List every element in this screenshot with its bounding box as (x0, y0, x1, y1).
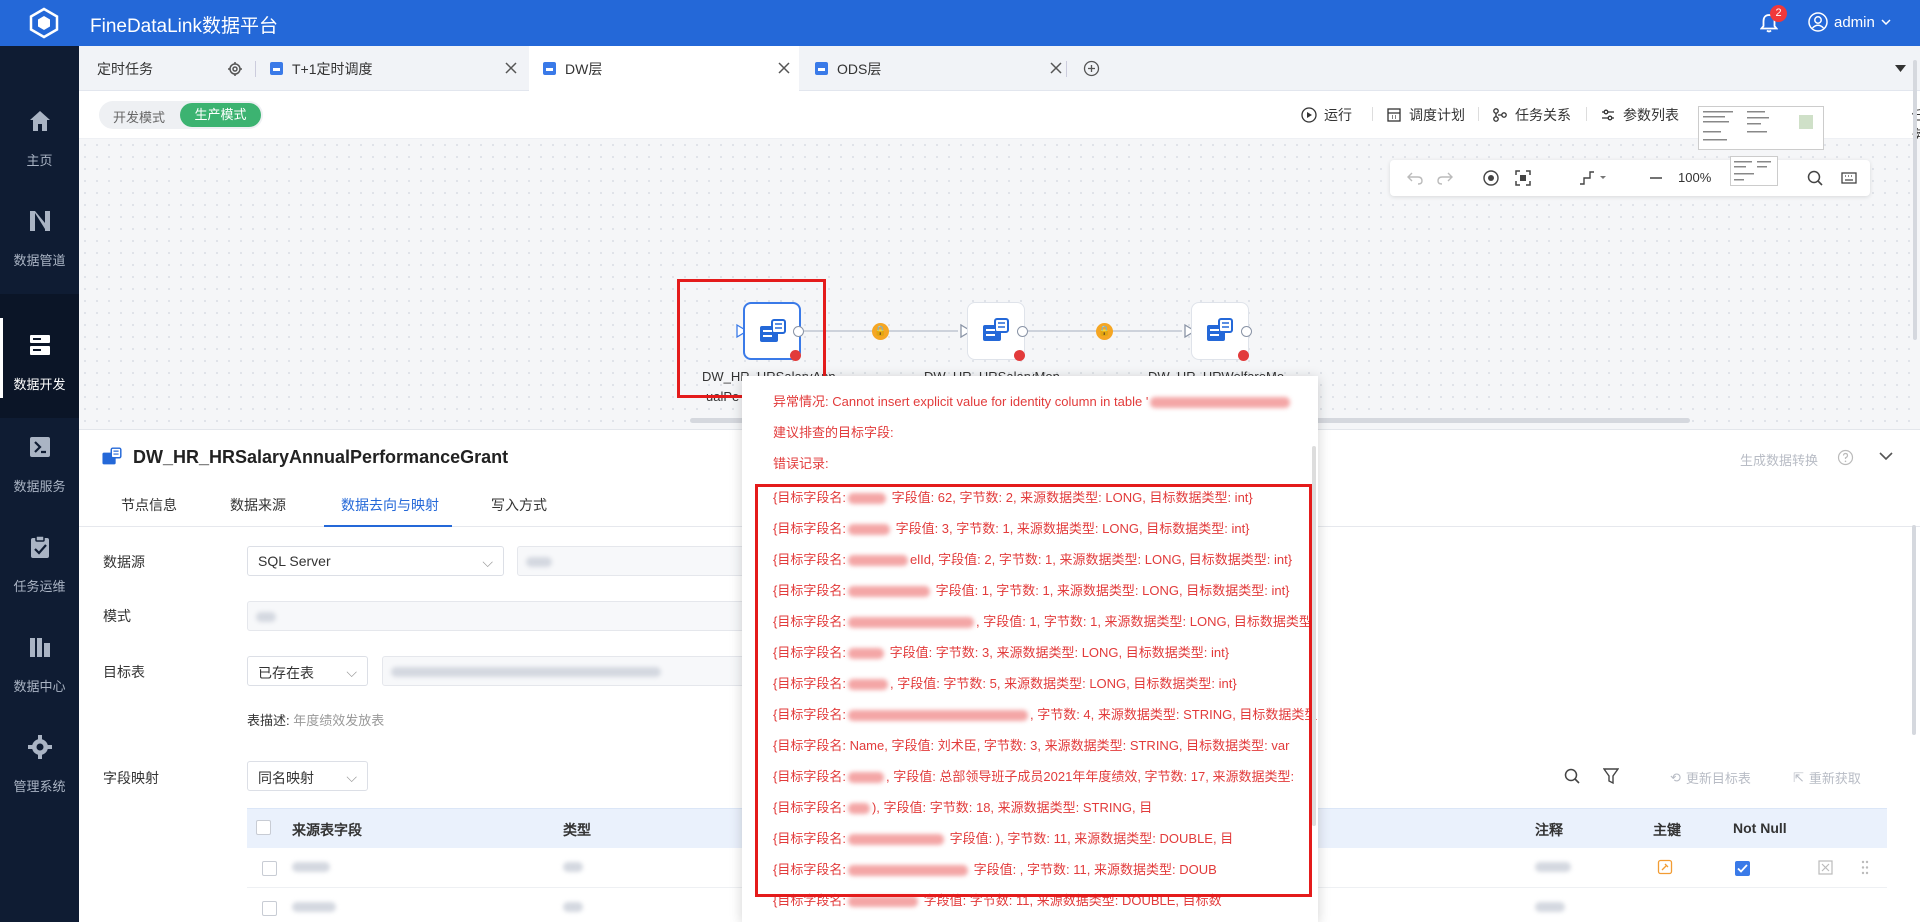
error-status-dot (1238, 350, 1249, 361)
suggested-fields-label: 建议排查的目标字段: (773, 425, 894, 440)
chevron-down-icon: ⌵ (482, 554, 493, 570)
target-mode-select[interactable]: 已存在表 ⌵ (247, 656, 368, 686)
popover-scrollbar[interactable] (1312, 446, 1316, 826)
filter-icon[interactable] (1603, 767, 1619, 785)
row-checkbox[interactable] (262, 901, 277, 916)
sidebar-item-settings[interactable]: 管理系统 (0, 696, 79, 820)
dag-edges (736, 323, 1197, 339)
error-records-label: 错误记录: (773, 456, 829, 471)
drag-handle-icon[interactable] (1861, 860, 1869, 875)
clear-row-icon[interactable] (1818, 860, 1833, 875)
data-center-icon (30, 638, 50, 657)
tab-write-method[interactable]: 写入方式 (491, 495, 547, 515)
panel-title-row: DW_HR_HRSalaryAnnualPerformanceGrant (101, 446, 508, 468)
chevron-down-icon: ⌵ (346, 664, 357, 680)
datasource-select[interactable]: SQL Server ⌵ (247, 546, 504, 576)
sidebar-label: 管理系统 (13, 779, 66, 794)
collapse-chevron-icon[interactable] (1879, 452, 1893, 461)
highlight-box-error-records (755, 484, 1312, 897)
exception-text: 异常情况: Cannot insert explicit value for i… (773, 391, 1292, 410)
col-type: 类型 (563, 822, 591, 838)
schema-label: 模式 (103, 608, 131, 624)
field-mapping-label: 字段映射 (103, 770, 159, 786)
tab-node-info[interactable]: 节点信息 (121, 495, 177, 515)
refresh-button[interactable]: ⇱ 重新获取 (1793, 768, 1861, 787)
error-status-dot (1014, 350, 1025, 361)
sidebar-label: 数据服务 (13, 479, 66, 494)
tab-data-destination[interactable]: 数据去向与映射 (341, 495, 439, 515)
lock-icon[interactable]: 🔒 (872, 323, 889, 340)
primary-key-icon[interactable] (1657, 859, 1673, 875)
data-sync-icon (1207, 318, 1233, 341)
help-icon[interactable] (1837, 449, 1854, 466)
sidebar-label: 任务运维 (13, 579, 66, 594)
active-tab-indicator (324, 525, 452, 527)
task-ops-icon (31, 535, 49, 558)
col-source-field: 来源表字段 (292, 822, 362, 838)
target-table-label: 目标表 (103, 664, 145, 680)
target-table-select[interactable] (382, 656, 747, 686)
datasource-label: 数据源 (103, 554, 145, 570)
chevron-down-icon: ⌵ (346, 769, 357, 785)
output-port[interactable] (1241, 326, 1252, 337)
sidebar-label: 数据中心 (13, 679, 66, 694)
lock-icon[interactable]: 🔒 (1096, 323, 1113, 340)
panel-scrollbar[interactable] (1912, 525, 1916, 735)
tab-data-source[interactable]: 数据来源 (230, 495, 286, 515)
col-primary-key: 主键 (1653, 822, 1681, 838)
table-desc: 表描述: 年度绩效发放表 (247, 713, 385, 728)
col-comment: 注释 (1535, 822, 1563, 838)
col-not-null: Not Null (1733, 820, 1787, 836)
select-all-checkbox[interactable] (256, 820, 271, 835)
settings-icon (28, 735, 52, 759)
data-service-icon (30, 437, 50, 457)
row-checkbox[interactable] (262, 861, 277, 876)
schema-select[interactable] (247, 601, 747, 631)
data-sync-icon (102, 447, 122, 465)
search-icon[interactable] (1563, 767, 1581, 785)
datasource-connection-select[interactable] (517, 546, 747, 576)
output-port[interactable] (1017, 326, 1028, 337)
mapping-mode-select[interactable]: 同名映射 ⌵ (247, 761, 368, 791)
panel-title: DW_HR_HRSalaryAnnualPerformanceGrant (133, 446, 509, 467)
update-target-table-button[interactable]: ⟲ 更新目标表 (1670, 768, 1751, 787)
not-null-checkbox[interactable] (1735, 861, 1750, 876)
data-sync-icon (983, 318, 1009, 341)
generate-transform-button[interactable]: 生成数据转换 (1740, 450, 1818, 469)
